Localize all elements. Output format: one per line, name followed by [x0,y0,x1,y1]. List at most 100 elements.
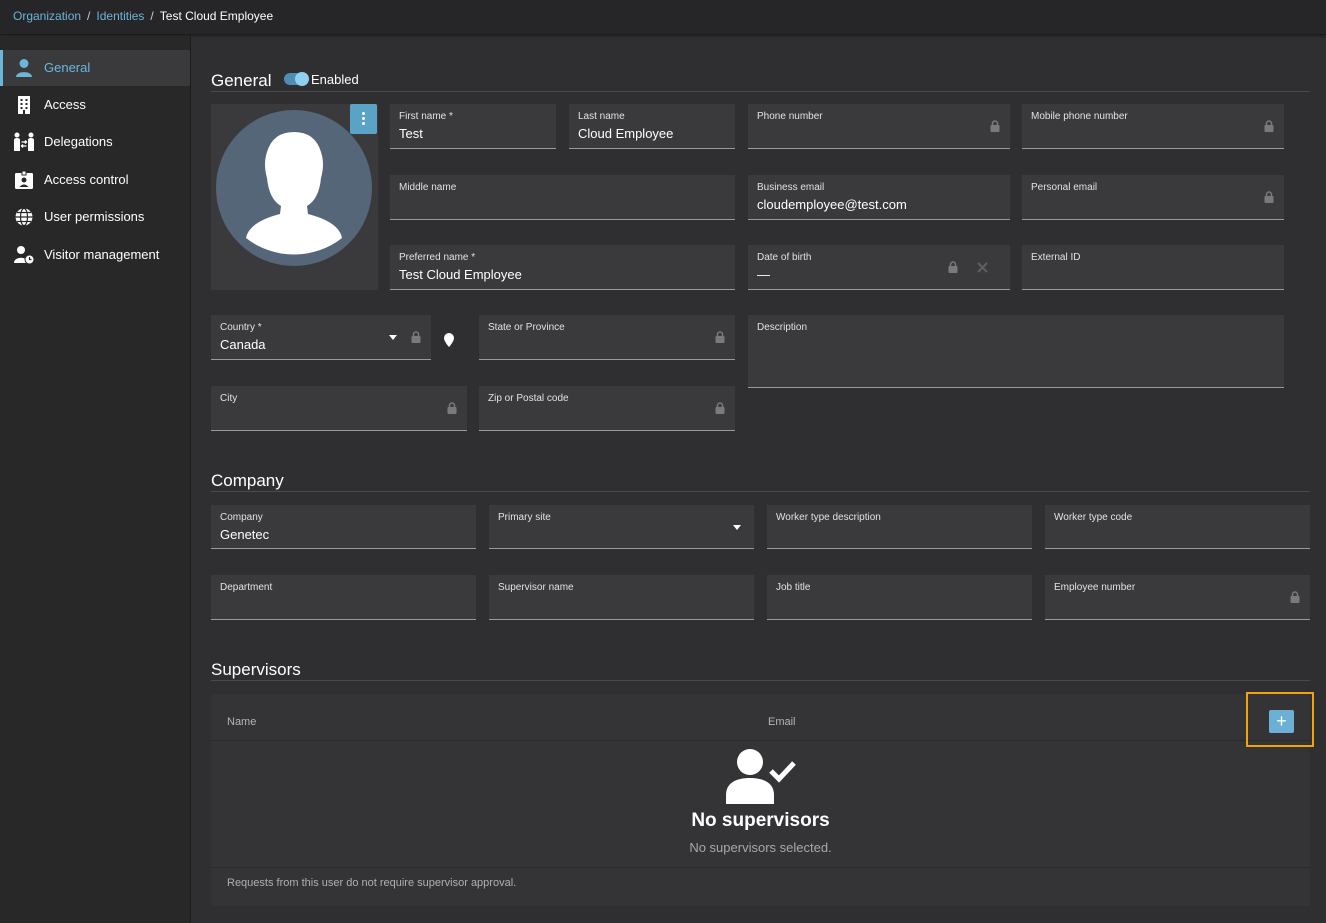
field-label: Employee number [1054,582,1136,593]
sidebar-item-delegations[interactable]: Delegations [0,124,190,160]
zip-postal-field[interactable]: Zip or Postal code [479,386,735,431]
middle-name-field[interactable]: Middle name [390,175,735,220]
sidebar-item-label: Access [44,97,86,112]
field-label: Last name [578,111,625,122]
lock-icon [1290,591,1300,603]
field-value: Genetec [220,527,270,542]
field-value: — [757,267,770,282]
primary-site-select[interactable]: Primary site [489,505,754,549]
lock-icon [715,402,725,414]
employee-number-field[interactable]: Employee number [1045,575,1310,620]
lock-icon [948,261,958,273]
user-check-icon [726,749,796,804]
job-title-field[interactable]: Job title [767,575,1032,620]
breadcrumb-separator: / [150,9,154,23]
lock-icon [1264,120,1274,132]
sidebar-item-access-control[interactable]: Access control [0,162,190,198]
field-label: Phone number [757,111,823,122]
field-value: cloudemployee@test.com [757,197,907,212]
worker-type-description-field[interactable]: Worker type description [767,505,1032,549]
highlight-frame [1246,692,1314,747]
field-value: Test Cloud Employee [399,267,522,282]
field-label: Date of birth [757,252,812,263]
breadcrumb: Organization / Identities / Test Cloud Emplo… [13,9,273,23]
department-field[interactable]: Department [211,575,476,620]
first-name-field[interactable]: First name * Test [390,104,556,149]
field-label: Preferred name * [399,252,476,263]
description-field[interactable]: Description [748,315,1284,388]
sidebar-item-visitor-management[interactable]: Visitor management [0,237,190,273]
chevron-down-icon [389,335,397,340]
state-province-field[interactable]: State or Province [479,315,735,360]
table-footer-divider [211,867,1310,868]
breadcrumb-organization[interactable]: Organization [13,9,81,23]
field-label: City [220,393,238,404]
breadcrumb-identities[interactable]: Identities [96,9,144,23]
section-divider [211,91,1310,92]
table-header-divider [211,740,1310,741]
sidebar-item-access[interactable]: Access [0,87,190,123]
sidebar-item-label: User permissions [44,209,145,224]
top-bar: Organization / Identities / Test Cloud Emplo… [0,0,1326,35]
mobile-phone-field[interactable]: Mobile phone number [1022,104,1284,149]
lock-icon [447,402,457,414]
empty-state-title: No supervisors [691,810,830,831]
company-field[interactable]: Company Genetec [211,505,476,549]
building-icon [18,96,30,114]
sidebar-item-label: General [44,60,91,75]
date-of-birth-field[interactable]: Date of birth — [748,245,1010,290]
field-value: Cloud Employee [578,126,674,141]
section-divider [211,680,1310,681]
column-header-name[interactable]: Name [227,716,256,728]
delegation-icon [14,132,34,151]
sidebar-item-user-permissions[interactable]: User permissions [0,199,190,235]
sidebar-item-general[interactable]: General [0,50,190,86]
field-label: Primary site [498,512,551,523]
empty-state-subtitle: No supervisors selected. [689,840,832,855]
supervisors-section-title: Supervisors [211,660,301,679]
enabled-label: Enabled [311,72,359,87]
last-name-field[interactable]: Last name Cloud Employee [569,104,735,149]
preferred-name-field[interactable]: Preferred name * Test Cloud Employee [390,245,735,290]
sidebar-item-label: Visitor management [44,247,160,262]
badge-icon [15,170,33,189]
field-label: Personal email [1031,182,1098,193]
field-label: Business email [757,182,825,193]
avatar-menu-button[interactable] [350,104,377,134]
field-label: State or Province [488,322,565,333]
personal-email-field[interactable]: Personal email [1022,175,1284,220]
sidebar: General Access Delegations Access contro… [0,36,191,923]
column-header-email[interactable]: Email [768,716,796,728]
enabled-toggle[interactable] [284,72,309,86]
field-label: Worker type description [776,512,881,523]
field-label: Company [220,512,263,523]
country-select[interactable]: Country * Canada [211,315,431,360]
lock-icon [411,331,421,343]
field-label: Mobile phone number [1031,111,1128,122]
city-field[interactable]: City [211,386,467,431]
section-divider [211,491,1310,492]
worker-type-code-field[interactable]: Worker type code [1045,505,1310,549]
location-pin-icon[interactable] [443,333,455,347]
lock-icon [1264,191,1274,203]
company-section-title: Company [211,471,284,490]
globe-icon [15,207,33,227]
field-label: Country * [220,322,262,333]
field-label: Middle name [399,182,457,193]
field-label: Department [220,582,273,593]
breadcrumb-separator: / [87,9,91,23]
supervisor-approval-note: Requests from this user do not require s… [227,877,517,889]
field-value: Canada [220,337,266,352]
sidebar-item-label: Delegations [44,134,113,149]
field-label: Worker type code [1054,512,1133,523]
business-email-field[interactable]: Business email cloudemployee@test.com [748,175,1010,220]
phone-number-field[interactable]: Phone number [748,104,1010,149]
toggle-knob [295,72,309,86]
field-label: First name * [399,111,453,122]
chevron-down-icon [733,525,741,530]
field-label: Job title [776,582,811,593]
clear-icon[interactable] [977,262,988,273]
visitor-icon [14,246,35,265]
supervisor-name-field[interactable]: Supervisor name [489,575,754,620]
external-id-field[interactable]: External ID [1022,245,1284,290]
